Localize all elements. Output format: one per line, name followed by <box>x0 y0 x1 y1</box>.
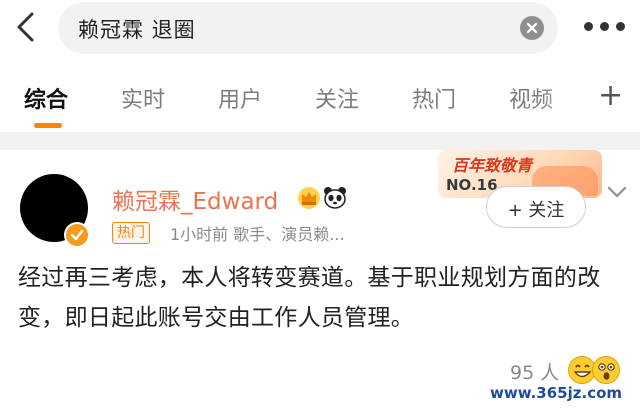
section-divider <box>0 132 640 150</box>
watermark-text: www.365jz.com <box>490 384 623 402</box>
promo-title: 百年致敬青 <box>452 156 533 175</box>
search-input[interactable]: 赖冠霖 退圈 <box>58 2 558 54</box>
active-tab-indicator <box>34 123 62 128</box>
promo-number: NO.16 <box>446 176 498 194</box>
more-options-icon[interactable] <box>584 22 628 34</box>
tab-following[interactable]: 关注 <box>315 82 359 114</box>
tab-users[interactable]: 用户 <box>218 82 262 114</box>
chevron-down-icon[interactable] <box>606 184 628 198</box>
weibo-post-card: 赖冠霖_Edward 热门 1小时前 歌手、演员赖... 百年致敬青 NO.16… <box>0 150 640 408</box>
panda-icon <box>322 186 348 210</box>
post-username[interactable]: 赖冠霖_Edward <box>112 182 278 216</box>
hot-tag-badge: 热门 <box>112 222 150 244</box>
tab-hot[interactable]: 热门 <box>412 82 456 114</box>
search-header: 赖冠霖 退圈 <box>0 0 640 62</box>
tab-realtime[interactable]: 实时 <box>121 82 165 114</box>
add-tab-icon[interactable]: + <box>598 78 623 113</box>
search-query-text[interactable]: 赖冠霖 退圈 <box>78 14 196 44</box>
tab-video[interactable]: 视频 <box>509 82 553 114</box>
follow-button-label: + 关注 <box>507 200 565 221</box>
like-count: 95 人 <box>510 362 560 384</box>
back-arrow-icon[interactable] <box>10 10 44 44</box>
post-body-text: 经过再三考虑，本人将转变赛道。基于职业规划方面的改变，即日起此账号交由工作人员管… <box>18 265 601 331</box>
follow-button[interactable]: + 关注 <box>486 186 586 228</box>
tab-comprehensive[interactable]: 综合 <box>24 82 68 114</box>
verified-badge-icon <box>64 222 90 248</box>
search-tabs: 综合 实时 用户 关注 热门 视频 + <box>0 62 640 132</box>
surprised-emoji-icon <box>592 356 620 384</box>
crown-icon <box>296 186 322 210</box>
clear-search-icon[interactable] <box>520 16 544 40</box>
post-meta-text: 1小时前 歌手、演员赖... <box>170 225 345 244</box>
